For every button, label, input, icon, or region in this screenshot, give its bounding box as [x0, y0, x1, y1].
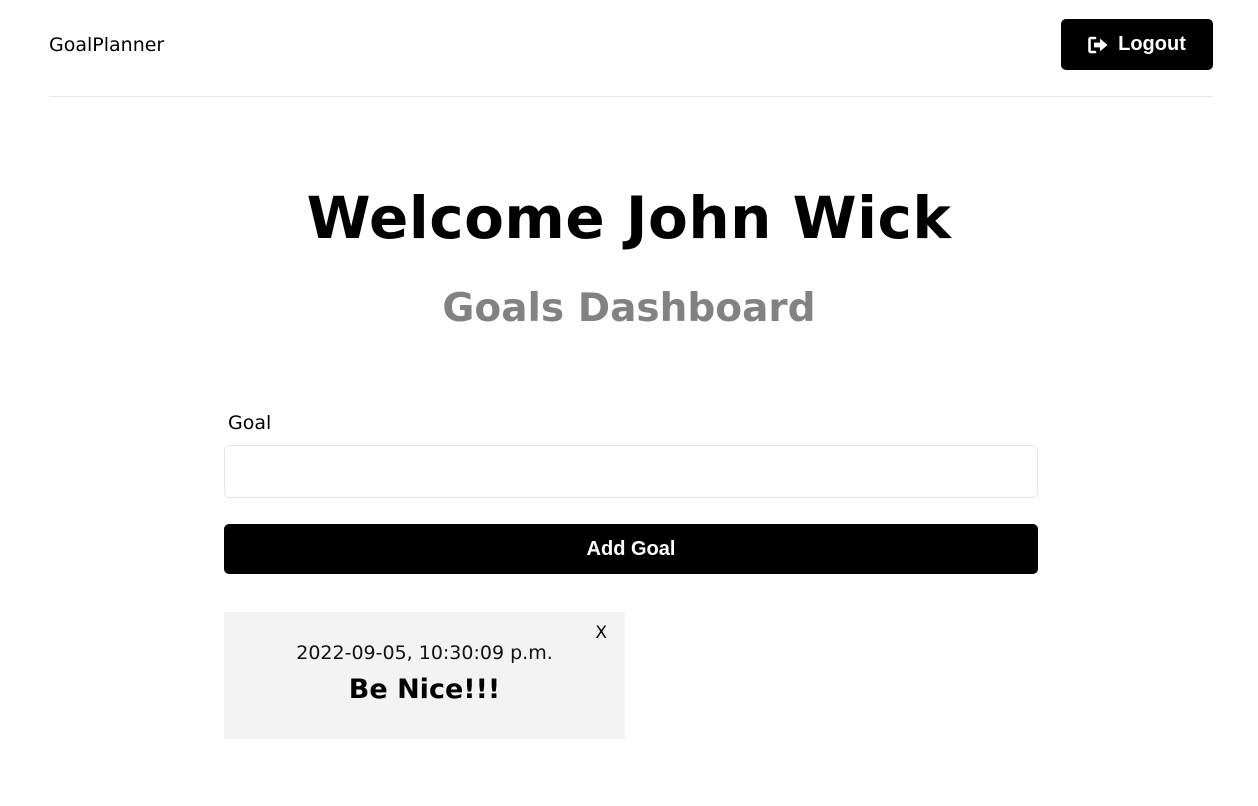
- header: GoalPlanner Logout: [49, 0, 1213, 97]
- goal-input[interactable]: [224, 445, 1038, 498]
- brand-logo[interactable]: GoalPlanner: [49, 33, 164, 57]
- welcome-heading: Welcome John Wick: [306, 184, 952, 252]
- logout-label: Logout: [1118, 33, 1186, 55]
- sign-out-icon: [1088, 36, 1109, 54]
- dashboard-subtitle: Goals Dashboard: [442, 286, 816, 331]
- goal-card: X 2022-09-05, 10:30:09 p.m. Be Nice!!!: [224, 612, 625, 739]
- goal-label: Goal: [228, 412, 272, 434]
- goal-date: 2022-09-05, 10:30:09 p.m.: [296, 642, 553, 664]
- goal-text: Be Nice!!!: [348, 674, 501, 705]
- add-goal-button[interactable]: Add Goal: [224, 524, 1038, 574]
- logout-button[interactable]: Logout: [1061, 19, 1213, 70]
